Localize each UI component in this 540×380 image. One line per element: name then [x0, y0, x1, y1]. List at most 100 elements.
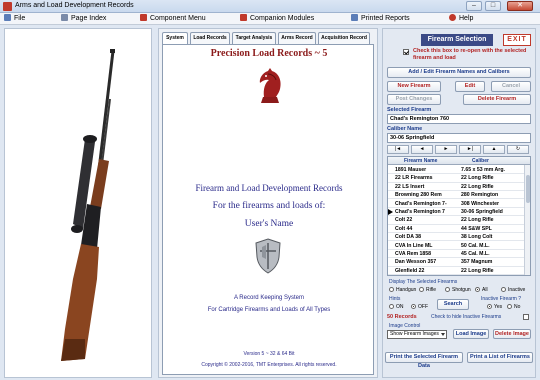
exit-button[interactable]: EXIT	[503, 34, 531, 46]
reopen-checkbox[interactable]	[403, 49, 409, 55]
table-row[interactable]: Colt DA 38 38 Long Colt	[388, 233, 530, 242]
menu-page-index[interactable]: Page Index	[61, 14, 106, 24]
scroll-thumb[interactable]	[526, 175, 530, 203]
inactive-yes-label: Yes	[494, 304, 503, 310]
caliber-cell: 45 Cal. M.L.	[461, 251, 490, 257]
copyright-text: Copyright © 2002-2016, TMT Enterprises. …	[201, 362, 337, 368]
delete-firearm-button[interactable]: Delete Firearm	[463, 94, 531, 105]
firearm-name-cell: 22 LR Firearms	[395, 175, 433, 182]
table-row[interactable]: Dan Wesson 357 357 Magnum	[388, 258, 530, 267]
close-button[interactable]: ✕	[507, 1, 533, 11]
col-caliber-header[interactable]: Caliber	[472, 157, 489, 165]
table-row[interactable]: Browning 280 Rem 280 Remington	[388, 191, 530, 200]
hints-on-label: ON	[396, 304, 404, 310]
tab-strip: System Load Records Target Analysis Arms…	[162, 32, 376, 44]
filter-shotgun-radio[interactable]	[445, 287, 450, 292]
selected-firearm-label: Selected Firearm	[387, 107, 432, 113]
add-edit-button[interactable]: Add / Edit Firearm Names and Calibers	[387, 67, 531, 78]
filter-all-label: All	[482, 287, 488, 293]
caliber-cell: 22 Long Rifle	[461, 267, 494, 274]
tab-load-records[interactable]: Load Records	[190, 32, 230, 44]
firearm-name-cell: Glenfield 22	[395, 267, 425, 274]
hints-off-label: OFF	[418, 304, 428, 310]
firearm-name-cell: Colt 22	[395, 217, 413, 224]
caliber-cell: 38 Long Colt	[461, 234, 493, 241]
print-list-button[interactable]: Print a List of Firearms	[467, 352, 533, 363]
table-row[interactable]: 22 LR Firearms 22 Long Rifle	[388, 174, 530, 183]
inactive-question: Inactive Firearm ?	[481, 296, 522, 302]
firearm-name-cell: Browning 280 Rem	[395, 192, 442, 199]
edit-button[interactable]: Edit	[455, 81, 485, 92]
up-record-button[interactable]: ▲	[483, 145, 505, 154]
table-row[interactable]: Chad's Remington 7 30-06 Springfield	[388, 208, 530, 217]
post-changes-button[interactable]: Post Changes	[387, 94, 441, 105]
minimize-button[interactable]: –	[466, 1, 482, 11]
firearm-name-cell: Chad's Remington 7	[395, 209, 445, 215]
hints-off-radio[interactable]	[411, 304, 416, 309]
table-row[interactable]: 1891 Mauser 7.65 x 53 mm Arg.	[388, 166, 530, 175]
tab-system[interactable]: System	[162, 32, 188, 44]
refresh-button[interactable]: ↻	[507, 145, 529, 154]
menu-companion-modules[interactable]: Companion Modules	[240, 14, 314, 24]
record-navigator: |◄ ◄ ► ►| ▲ ↻	[387, 145, 531, 154]
page-index-icon	[61, 14, 68, 21]
file-icon	[4, 14, 11, 21]
knight-logo	[259, 68, 281, 103]
caliber-field[interactable]: 30-06 Springfield	[387, 133, 531, 143]
col-firearm-header[interactable]: Firearm Name	[404, 157, 437, 165]
tab-arms-record[interactable]: Arms Record	[278, 32, 316, 44]
caliber-cell: 7.65 x 53 mm Arg.	[461, 167, 505, 173]
firearm-grid[interactable]: Firearm Name Caliber 1891 Mauser 7.65 x 5…	[387, 156, 531, 276]
table-row[interactable]: CVA Rem 1858 45 Cal. M.L.	[388, 250, 530, 259]
menu-component-menu[interactable]: Component Menu	[140, 14, 206, 24]
filter-inactive-radio[interactable]	[501, 287, 506, 292]
menu-printed-reports[interactable]: Printed Reports	[351, 14, 410, 24]
load-image-button[interactable]: Load Image	[453, 329, 489, 339]
display-label: Display The Selected Firearms	[389, 279, 458, 285]
search-button[interactable]: Search	[437, 299, 469, 310]
printer-icon	[351, 14, 358, 21]
firearm-name-cell: Dan Wesson 357	[395, 259, 437, 266]
tab-target-analysis[interactable]: Target Analysis	[232, 32, 276, 44]
table-row[interactable]: 22 LS Insert 22 Long Rifle	[388, 183, 530, 191]
user-name: User's Name	[244, 219, 294, 229]
reopen-text: Check this box to re-open with the selec…	[413, 48, 527, 61]
cancel-button[interactable]: Cancel	[491, 81, 531, 92]
next-record-button[interactable]: ►	[435, 145, 457, 154]
caliber-cell: 308 Winchester	[461, 200, 500, 207]
menu-file[interactable]: File	[4, 14, 25, 24]
inactive-no-radio[interactable]	[507, 304, 512, 309]
cartridge-text: For Cartridge Firearms and Loads of All …	[207, 307, 331, 313]
filter-rifle-radio[interactable]	[419, 287, 424, 292]
image-control-value: Show Firearm Images	[390, 331, 439, 337]
table-row[interactable]: Glenfield 22 22 Long Rifle	[388, 267, 530, 275]
firearm-name-cell: Chad's Remington 7-	[395, 200, 447, 207]
inactive-yes-radio[interactable]	[487, 304, 492, 309]
image-control-select[interactable]: Show Firearm Images	[387, 330, 447, 339]
hide-inactive-checkbox[interactable]	[523, 314, 529, 320]
menu-help[interactable]: Help	[449, 14, 473, 24]
filter-handgun-radio[interactable]	[389, 287, 394, 292]
hints-on-radio[interactable]	[389, 304, 394, 309]
table-row[interactable]: Colt 44 44 S&W SPL	[388, 225, 530, 233]
maximize-button[interactable]: □	[485, 1, 501, 11]
table-row[interactable]: CVA In Line ML 50 Cal. M.L.	[388, 242, 530, 250]
new-firearm-button[interactable]: New Firearm	[387, 81, 441, 92]
heading-line2: For the firearms and loads of:	[212, 201, 326, 211]
first-record-button[interactable]: |◄	[387, 145, 409, 154]
last-record-button[interactable]: ►|	[459, 145, 481, 154]
tab-acquisition-record[interactable]: Acquisition Record	[318, 32, 370, 44]
record-keeping-text: A Record Keeping System	[233, 295, 305, 301]
filter-shotgun-label: Shotgun	[452, 287, 471, 293]
selected-firearm-field[interactable]: Chad's Remington 760	[387, 114, 531, 124]
caliber-cell: 22 Long Rifle	[461, 183, 494, 190]
caliber-cell: 357 Magnum	[461, 259, 493, 266]
table-row[interactable]: Chad's Remington 7- 308 Winchester	[388, 200, 530, 208]
table-row[interactable]: Colt 22 22 Long Rifle	[388, 216, 530, 225]
filter-rifle-label: Rifle	[426, 287, 437, 293]
delete-image-button[interactable]: Delete Image	[493, 329, 531, 339]
prev-record-button[interactable]: ◄	[411, 145, 433, 154]
print-selected-button[interactable]: Print the Selected Firearm Data	[385, 352, 463, 369]
grid-scrollbar[interactable]	[524, 165, 530, 275]
filter-all-radio[interactable]	[475, 287, 480, 292]
